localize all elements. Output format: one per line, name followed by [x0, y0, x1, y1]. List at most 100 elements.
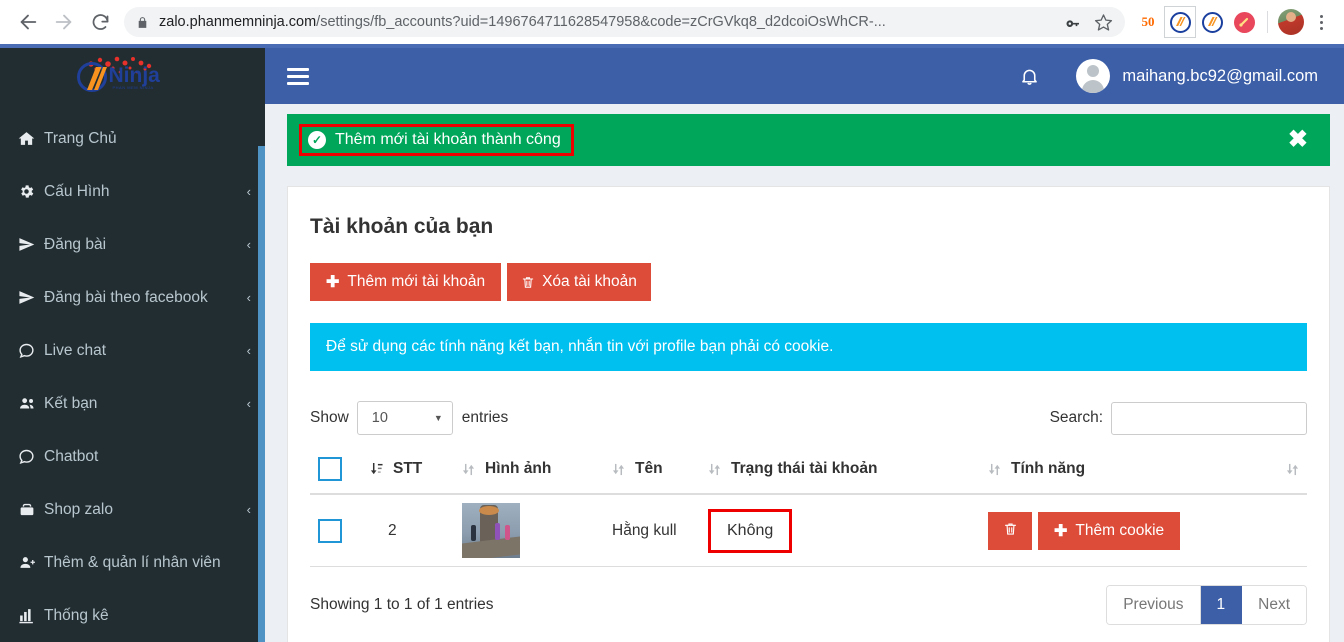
pagination-next[interactable]: Next	[1242, 586, 1306, 624]
th-hinh-anh[interactable]: Hình ảnh	[454, 447, 604, 495]
hamburger-menu-icon[interactable]	[287, 67, 309, 85]
address-bar[interactable]: zalo.phanmemninja.com/settings/fb_accoun…	[124, 7, 1125, 37]
sidebar-item-chatbot[interactable]: Chatbot	[0, 430, 265, 483]
cell-stt-value: 2	[388, 521, 397, 539]
ext-ninja-1-icon[interactable]	[1164, 6, 1196, 38]
add-account-button[interactable]: ✚ Thêm mới tài khoản	[310, 263, 502, 301]
th-stt-label: STT	[393, 460, 423, 477]
sidebar-item-arrow: ‹	[246, 184, 251, 199]
sidebar-item-ket-ban[interactable]: Kết bạn ‹	[0, 377, 265, 430]
sidebar-item-shop-zalo[interactable]: Shop zalo ‹	[0, 483, 265, 536]
sidebar: Ninja PHAN MEM NINJA Trang Chủ Cấu Hình …	[0, 48, 265, 642]
cell-image	[454, 494, 604, 567]
logo-slashes-icon	[86, 67, 107, 90]
sort-both-icon	[1286, 462, 1299, 477]
bar-chart-icon	[18, 607, 44, 624]
back-button[interactable]	[10, 4, 46, 40]
search-label: Search:	[1049, 409, 1103, 426]
paper-plane-icon	[18, 289, 44, 306]
sidebar-item-cau-hinh[interactable]: Cấu Hình ‹	[0, 165, 265, 218]
pagination-page-1[interactable]: 1	[1200, 586, 1243, 624]
action-buttons: ✚ Thêm mới tài khoản Xóa tài khoản	[310, 263, 1307, 301]
th-extra[interactable]	[1267, 447, 1307, 495]
bookmark-star-icon[interactable]	[1094, 13, 1113, 32]
sidebar-item-arrow: ‹	[246, 237, 251, 252]
ninja-circle-icon-2	[1201, 11, 1223, 33]
user-email-label: maihang.bc92@gmail.com	[1122, 66, 1318, 85]
entries-length-value: 10	[371, 410, 388, 426]
kebab-menu-icon[interactable]	[1308, 14, 1334, 30]
paper-plane-icon	[18, 236, 44, 253]
success-alert: ✓ Thêm mới tài khoản thành công ✖	[287, 114, 1330, 166]
forward-button[interactable]	[46, 4, 82, 40]
url-host: zalo.phanmemninja.com	[159, 14, 317, 30]
sidebar-item-label: Trang Chủ	[44, 129, 117, 147]
page-title: Tài khoản của bạn	[310, 215, 494, 238]
table-body: 2 Hằng kull Không ✚ Thêm cookie	[310, 494, 1307, 567]
row-select-checkbox[interactable]	[318, 518, 342, 543]
add-cookie-button[interactable]: ✚ Thêm cookie	[1038, 511, 1181, 550]
cell-checkbox[interactable]	[310, 494, 362, 567]
sidebar-item-thong-ke[interactable]: Thống kê	[0, 589, 265, 642]
select-all-checkbox[interactable]	[318, 457, 342, 481]
url-path: /settings/fb_accounts?uid=14967647116285…	[316, 14, 886, 30]
success-alert-message: Thêm mới tài khoản thành công	[335, 131, 561, 148]
content-area: maihang.bc92@gmail.com ✓ Thêm mới tài kh…	[265, 48, 1344, 642]
sidebar-item-label: Chatbot	[44, 447, 99, 465]
search-input[interactable]	[1111, 401, 1307, 435]
sidebar-item-label: Shop zalo	[44, 500, 113, 518]
row-actions: ✚ Thêm cookie	[988, 511, 1259, 550]
table-footer: Showing 1 to 1 of 1 entries Previous 1 N…	[310, 567, 1307, 639]
th-checkbox[interactable]	[310, 447, 362, 495]
pagination: Previous 1 Next	[1106, 585, 1307, 625]
th-trang-thai[interactable]: Trạng thái tài khoản	[700, 447, 980, 495]
logo-subtext: PHAN MEM NINJA	[112, 85, 154, 90]
th-ten[interactable]: Tên	[604, 447, 700, 495]
sidebar-item-label: Live chat	[44, 341, 107, 359]
ext-speed-icon[interactable]	[1229, 7, 1259, 37]
user-avatar-icon	[1076, 59, 1111, 93]
cell-status: Không	[700, 494, 980, 567]
toolbar-divider	[1267, 11, 1268, 33]
row-delete-button[interactable]	[988, 511, 1032, 550]
check-circle-icon: ✓	[308, 131, 326, 149]
sidebar-item-arrow: ‹	[246, 502, 251, 517]
profile-avatar[interactable]	[1276, 7, 1306, 37]
sidebar-item-trang-chu[interactable]: Trang Chủ	[0, 112, 265, 165]
profile-avatar-image	[1278, 9, 1304, 35]
close-icon[interactable]: ✖	[1288, 128, 1308, 152]
sidebar-scrollbar[interactable]	[258, 146, 265, 642]
pagination-previous[interactable]: Previous	[1107, 586, 1201, 624]
sidebar-item-dang-bai[interactable]: Đăng bài ‹	[0, 218, 265, 271]
users-icon	[18, 395, 44, 412]
cell-stt: 2	[362, 494, 454, 567]
table-info-label: Showing 1 to 1 of 1 entries	[310, 596, 494, 613]
th-ten-label: Tên	[635, 460, 663, 477]
chat-bubble-icon	[18, 342, 44, 359]
ext-50-icon[interactable]: 50	[1133, 7, 1163, 37]
cell-name: Hằng kull	[604, 494, 700, 567]
ext-ninja-2-icon[interactable]	[1197, 7, 1227, 37]
speed-gauge-icon	[1233, 11, 1255, 33]
delete-account-button[interactable]: Xóa tài khoản	[507, 263, 651, 301]
user-menu[interactable]: maihang.bc92@gmail.com	[1076, 59, 1318, 93]
sidebar-logo[interactable]: Ninja PHAN MEM NINJA	[0, 48, 265, 104]
th-stt[interactable]: STT	[362, 447, 454, 495]
th-tinh-nang[interactable]: Tính năng	[980, 447, 1267, 495]
user-plus-icon	[18, 554, 44, 571]
sidebar-item-live-chat[interactable]: Live chat ‹	[0, 324, 265, 377]
bell-icon[interactable]	[1019, 66, 1040, 87]
plus-icon: ✚	[326, 274, 340, 291]
key-icon[interactable]	[1064, 12, 1084, 32]
cell-features: ✚ Thêm cookie	[980, 494, 1267, 567]
sidebar-item-them-quan-li-nhan-vien[interactable]: Thêm & quản lí nhân viên	[0, 536, 265, 589]
entries-length-select[interactable]: 10 ▼	[356, 401, 453, 435]
page-body: ✓ Thêm mới tài khoản thành công ✖ Tài kh…	[265, 104, 1344, 642]
reload-button[interactable]	[82, 4, 118, 40]
sort-both-icon	[988, 462, 1001, 477]
th-trang-thai-label: Trạng thái tài khoản	[731, 460, 878, 477]
sidebar-item-dang-bai-theo-facebook[interactable]: Đăng bài theo facebook ‹	[0, 271, 265, 324]
status-value-annotated: Không	[708, 508, 793, 553]
cell-extra	[1267, 494, 1307, 567]
cookie-info-banner: Để sử dụng các tính năng kết bạn, nhắn t…	[310, 323, 1307, 371]
